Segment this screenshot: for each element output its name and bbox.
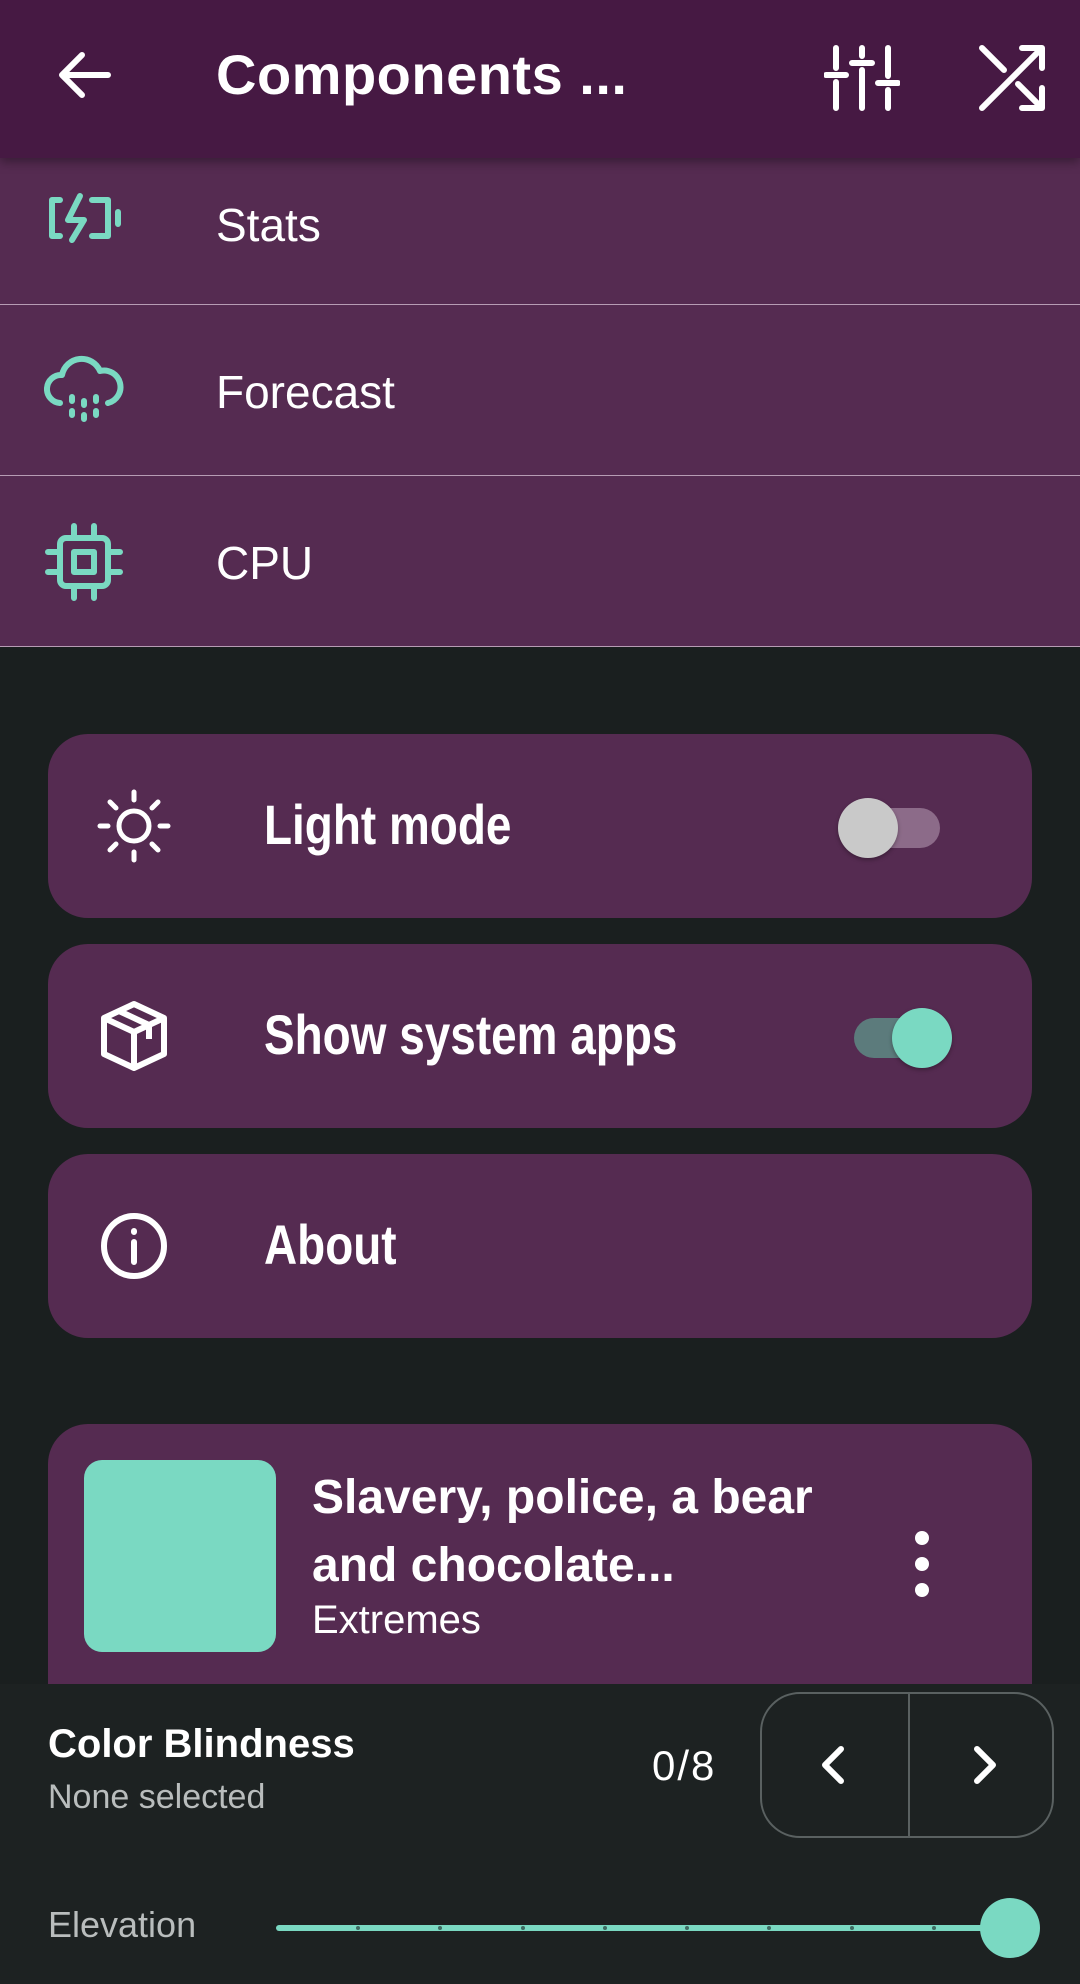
system-apps-label: Show system apps: [264, 1003, 678, 1066]
elevation-label: Elevation: [48, 1904, 197, 1945]
previous-button[interactable]: [762, 1694, 908, 1836]
chevron-right-icon: [974, 1746, 996, 1784]
component-list: Stats Forecast CPU: [0, 158, 1080, 647]
color-blindness-title: Color Blindness: [48, 1722, 355, 1766]
tune-sliders-icon[interactable]: [823, 42, 901, 114]
cloud-rain-icon: [43, 351, 124, 431]
sun-icon: [94, 786, 174, 866]
list-item-label: Forecast: [216, 366, 395, 418]
shuffle-icon[interactable]: [972, 42, 1048, 114]
light-mode-label: Light mode: [264, 793, 512, 856]
system-apps-card[interactable]: Show system apps: [48, 944, 1032, 1128]
page-title: Components ...: [216, 43, 628, 106]
next-button[interactable]: [910, 1694, 1056, 1836]
cpu-chip-icon: [44, 522, 124, 602]
light-mode-card[interactable]: Light mode: [48, 734, 1032, 918]
elevation-slider[interactable]: [276, 1894, 1042, 1964]
album-art: [84, 1460, 276, 1652]
slider-tick: [931, 1926, 936, 1930]
color-blindness-nav: [760, 1692, 1054, 1838]
slider-tick: [849, 1926, 854, 1930]
song-title: Slavery, police, a bear and chocolate...: [312, 1471, 813, 1592]
song-subtitle: Extremes: [312, 1598, 481, 1642]
about-card[interactable]: About: [48, 1154, 1032, 1338]
slider-track: [276, 1925, 1016, 1931]
color-blindness-count: 0/8: [652, 1742, 717, 1789]
list-item-cpu[interactable]: CPU: [0, 476, 1080, 647]
package-cube-icon: [94, 996, 174, 1076]
app-bar: Components ...: [0, 0, 1080, 158]
system-apps-toggle[interactable]: [846, 1004, 956, 1068]
info-icon: [94, 1206, 174, 1286]
about-label: About: [264, 1213, 397, 1276]
bottom-panel: Color Blindness None selected 0/8 Elevat…: [0, 1684, 1080, 1984]
more-vert-icon[interactable]: [902, 1524, 942, 1604]
battery-charging-icon: [44, 178, 124, 258]
back-arrow-icon[interactable]: [50, 40, 120, 110]
slider-tick: [520, 1926, 525, 1930]
light-mode-toggle[interactable]: [838, 794, 948, 858]
list-item-label: Stats: [216, 199, 321, 251]
color-blindness-subtitle: None selected: [48, 1778, 266, 1816]
song-card[interactable]: Slavery, police, a bear and chocolate...…: [48, 1424, 1032, 1684]
slider-thumb[interactable]: [980, 1898, 1040, 1958]
list-item-label: CPU: [216, 537, 314, 589]
list-item-forecast[interactable]: Forecast: [0, 305, 1080, 476]
slider-tick: [602, 1926, 607, 1930]
chevron-left-icon: [822, 1746, 844, 1784]
list-item-stats[interactable]: Stats: [0, 158, 1080, 305]
